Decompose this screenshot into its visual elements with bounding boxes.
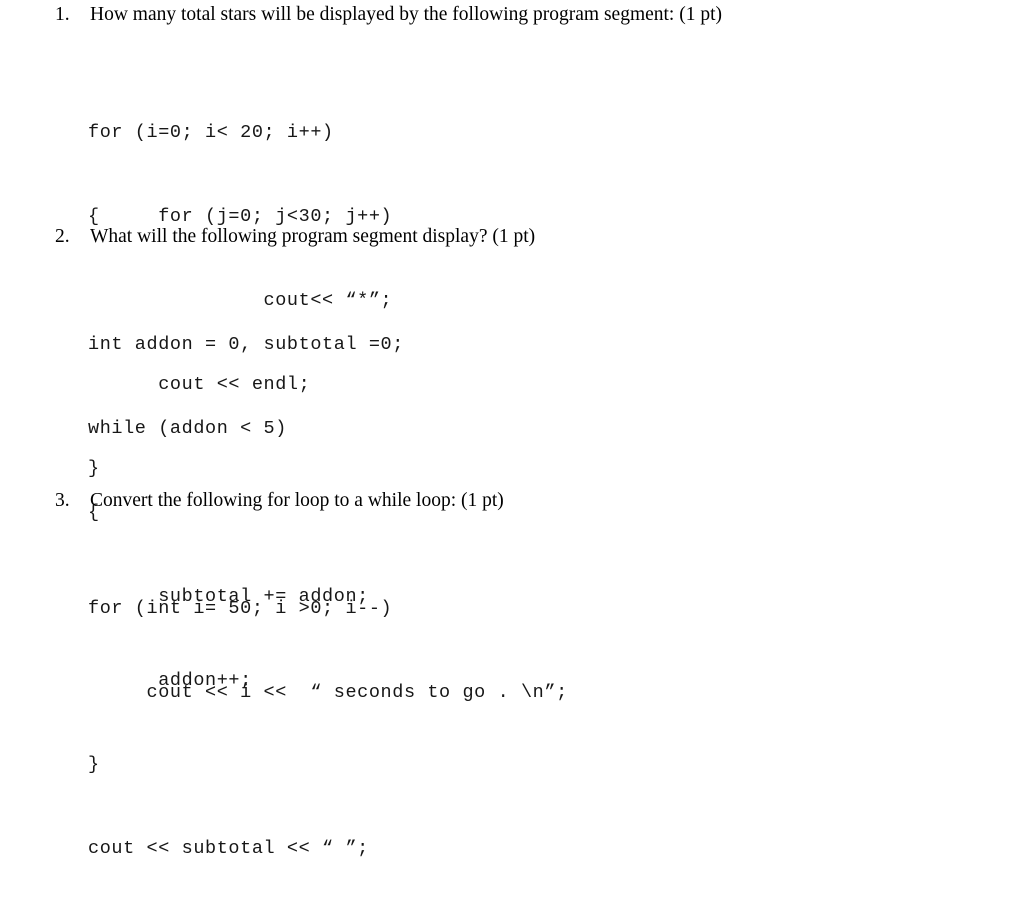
question-item-2: 2. What will the following program segme…	[0, 225, 1024, 249]
question-3-prompt: Convert the following for loop to a whil…	[90, 490, 504, 511]
question-2-prompt: What will the following program segment …	[90, 226, 536, 247]
question-3-number: 3.	[55, 490, 70, 511]
code-line: for (i=0; i< 20; i++)	[88, 122, 334, 143]
question-1-number: 1.	[55, 4, 70, 25]
question-item-1: 1. How many total stars will be displaye…	[0, 3, 1024, 27]
question-2-heading: 2. What will the following program segme…	[0, 225, 1024, 249]
code-line: int addon = 0, subtotal =0;	[88, 334, 404, 355]
question-2-number: 2.	[55, 226, 70, 247]
question-1-prompt: How many total stars will be displayed b…	[90, 4, 723, 25]
question-item-3: 3. Convert the following for loop to a w…	[0, 489, 1024, 513]
code-block-3: for (int i= 50; i >0; i--) cout << i << …	[88, 539, 568, 763]
code-line: cout << subtotal << “ ”;	[88, 838, 369, 859]
code-line: for (int i= 50; i >0; i--)	[88, 598, 393, 619]
document-page: 1. How many total stars will be displaye…	[0, 0, 1024, 859]
code-line: while (addon < 5)	[88, 418, 287, 439]
question-3-heading: 3. Convert the following for loop to a w…	[0, 489, 1024, 513]
code-line: cout << i << “ seconds to go . \n”;	[88, 682, 568, 703]
question-1-heading: 1. How many total stars will be displaye…	[0, 3, 1024, 27]
